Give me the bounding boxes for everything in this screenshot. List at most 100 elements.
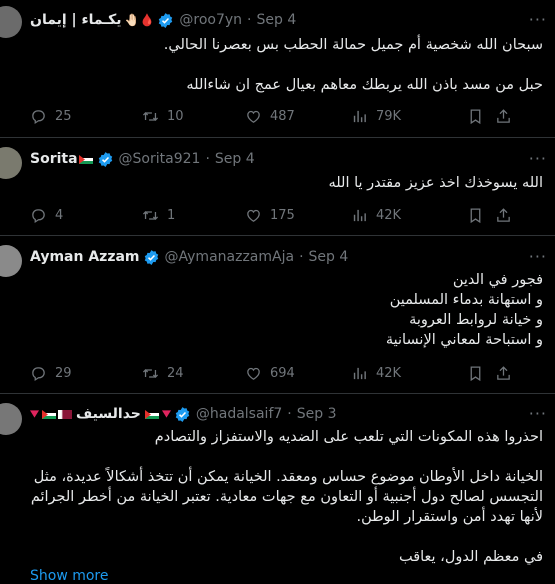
tweet-line: و استباحة لمعاني الإنسانية (385, 332, 543, 348)
tweet[interactable]: حدالسيف @hadalsaif7 · Sep 3 ··· احذروا ه… (0, 394, 555, 584)
tweet[interactable]: يكـماء | إيمان 🤚🏻🩸 @roo7yn · Sep 4 ··· س… (0, 0, 555, 138)
bookmark-icon (470, 207, 481, 223)
like-count: 694 (270, 365, 295, 381)
tweet-text: الله يسوخذك اخذ عزيز مقتدر يا الله (30, 173, 543, 193)
retweet-count: 1 (167, 207, 176, 223)
reply-button[interactable]: 4 (30, 207, 142, 224)
handle[interactable]: @hadalsaif7 (196, 406, 282, 422)
timestamp[interactable]: Sep 4 (215, 151, 255, 167)
verified-badge-icon (98, 151, 112, 167)
display-name[interactable]: يكـماء | إيمان (30, 12, 122, 28)
views-button[interactable]: 79K (351, 108, 467, 125)
views-icon (353, 367, 366, 379)
avatar[interactable] (0, 245, 22, 277)
tweet-line (30, 55, 543, 75)
more-icon[interactable]: ··· (529, 10, 547, 29)
share-icon (497, 207, 510, 222)
heart-icon (247, 209, 260, 222)
timestamp[interactable]: Sep 3 (297, 406, 337, 422)
share-icon (497, 108, 510, 123)
qatar-flag-icon (58, 409, 72, 419)
tweet-text: سبحان الله شخصية أم جميل حمالة الحطب بس … (30, 35, 543, 95)
tweet-text: احذروا هذه المكونات التي تلعب على الضديه… (30, 427, 543, 567)
tweet-line: لأنها تهدد أمن واستقرار الوطن. (356, 509, 543, 525)
display-name[interactable]: Sorita (30, 151, 78, 167)
tweet-line: و استهانة بدماء المسلمين (389, 292, 543, 308)
like-count: 487 (270, 108, 295, 124)
bookmark-icon (470, 365, 481, 381)
avatar[interactable] (0, 147, 22, 179)
reply-icon (32, 208, 45, 223)
show-more-link[interactable]: Show more (30, 568, 109, 584)
tweet-header: يكـماء | إيمان 🤚🏻🩸 @roo7yn · Sep 4 (30, 9, 545, 31)
retweet-icon (142, 210, 159, 220)
tweet-actions: 29 24 694 42K (30, 363, 543, 383)
more-icon[interactable]: ··· (529, 404, 547, 423)
views-button[interactable]: 42K (351, 207, 467, 224)
display-name[interactable]: حدالسيف (76, 406, 141, 422)
like-button[interactable]: 175 (245, 207, 351, 224)
heart-icon (247, 367, 260, 380)
tweet-line: احذروا هذه المكونات التي تلعب على الضديه… (154, 429, 543, 445)
views-icon (353, 209, 366, 221)
share-button[interactable] (495, 207, 515, 224)
retweet-button[interactable]: 1 (142, 207, 245, 224)
palestine-flag-icon (42, 409, 56, 419)
reply-count: 4 (55, 207, 64, 223)
more-icon[interactable]: ··· (529, 247, 547, 266)
timestamp[interactable]: Sep 4 (257, 12, 297, 28)
tweet-line (30, 527, 543, 547)
retweet-button[interactable]: 10 (142, 108, 245, 125)
bookmark-button[interactable] (467, 108, 495, 125)
display-name[interactable]: Ayman Azzam (30, 249, 140, 265)
separator-dot: · (299, 249, 304, 265)
reply-count: 29 (55, 365, 72, 381)
retweet-button[interactable]: 24 (142, 365, 245, 382)
views-count: 42K (376, 207, 402, 223)
bookmark-button[interactable] (467, 207, 495, 224)
views-icon (353, 110, 366, 122)
tweet-line: سبحان الله شخصية أم جميل حمالة الحطب بس … (163, 37, 543, 53)
retweet-count: 10 (167, 108, 184, 124)
bookmark-button[interactable] (467, 365, 495, 382)
like-button[interactable]: 694 (245, 365, 351, 382)
separator-dot: · (247, 12, 252, 28)
tweet[interactable]: Ayman Azzam @AymanazzamAja · Sep 4 ··· ف… (0, 236, 555, 394)
red-triangle-icon (30, 410, 39, 418)
share-button[interactable] (495, 365, 515, 382)
reply-button[interactable]: 25 (30, 108, 142, 125)
reply-button[interactable]: 29 (30, 365, 142, 382)
like-button[interactable]: 487 (245, 108, 351, 125)
tweet-line: الخيانة داخل الأوطان موضوع حساس ومعقد. ا… (33, 469, 543, 485)
share-button[interactable] (495, 108, 515, 125)
like-count: 175 (270, 207, 295, 223)
tweet-line: و خيانة لروابط العروبة (409, 312, 543, 328)
tweet-line: حبل من مسد باذن الله يربطك معاهم بعيال ع… (186, 77, 543, 93)
handle[interactable]: @Sorita921 (119, 151, 201, 167)
more-icon[interactable]: ··· (529, 149, 547, 168)
handle[interactable]: @AymanazzamAja (165, 249, 295, 265)
palestine-flag-icon (144, 409, 159, 419)
separator-dot: · (287, 406, 292, 422)
views-count: 79K (376, 108, 402, 124)
retweet-icon (142, 368, 159, 378)
views-button[interactable]: 42K (351, 365, 467, 382)
timestamp[interactable]: Sep 4 (309, 249, 349, 265)
tweet-header: حدالسيف @hadalsaif7 · Sep 3 (30, 403, 545, 425)
separator-dot: · (205, 151, 210, 167)
tweet-line: الله يسوخذك اخذ عزيز مقتدر يا الله (328, 175, 543, 191)
tweet-line: التجسس لصالح دول أجنبية أو التعاون مع جه… (30, 489, 543, 505)
tweet[interactable]: Sorita @Sorita921 · Sep 4 ··· الله يسوخذ… (0, 138, 555, 236)
tweet-header: Ayman Azzam @AymanazzamAja · Sep 4 (30, 246, 545, 268)
verified-badge-icon (175, 406, 190, 422)
name-emoji: 🤚🏻🩸 (124, 13, 155, 27)
avatar[interactable] (0, 403, 22, 435)
bookmark-icon (470, 108, 481, 124)
handle[interactable]: @roo7yn (179, 12, 242, 28)
tweet-line: في معظم الدول، يعاقب (398, 549, 543, 565)
verified-badge-icon (144, 249, 158, 265)
heart-icon (247, 110, 260, 123)
avatar[interactable] (0, 6, 22, 38)
palestine-flag-icon (78, 154, 93, 164)
tweet-text: فجور في الدين و استهانة بدماء المسلمين و… (30, 270, 543, 350)
